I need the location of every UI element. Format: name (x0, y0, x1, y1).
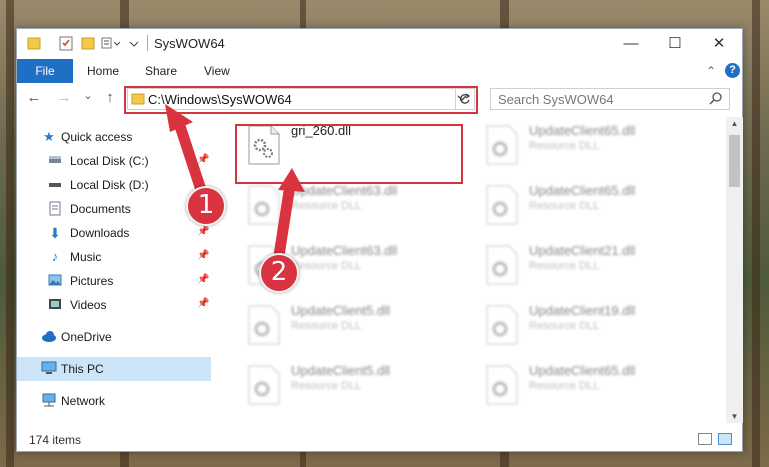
arrow-1 (172, 114, 209, 202)
step-marker-2: 2 (259, 253, 299, 293)
arrow-1-head (165, 104, 193, 132)
arrow-2 (272, 179, 296, 268)
annotation-arrows (165, 104, 305, 268)
arrow-2-head (278, 168, 305, 192)
step-marker-1: 1 (186, 186, 226, 226)
